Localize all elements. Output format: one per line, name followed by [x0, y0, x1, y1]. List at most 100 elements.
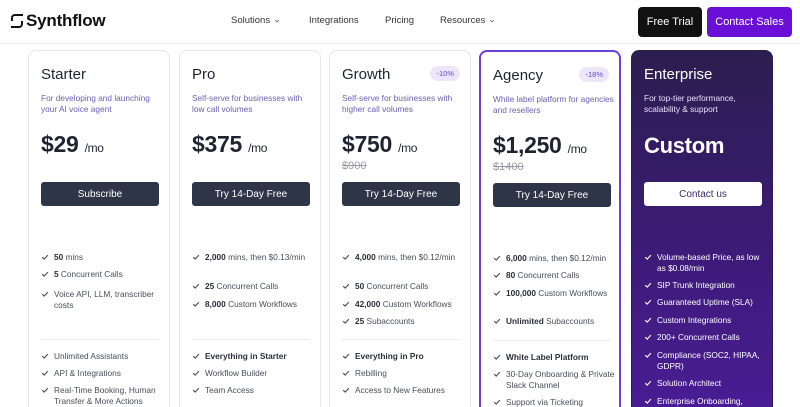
feature-item: Volume-based Price, as low as $0.08/min [644, 252, 768, 273]
extra-feature-text: API & Integrations [54, 368, 121, 378]
nav-resources-label: Resources [440, 15, 486, 26]
plan-description: For developing and launching your AI voi… [41, 93, 150, 114]
plan-cta-button[interactable]: Try 14-Day Free [493, 183, 611, 207]
feature-item: 25 Concurrent Calls [192, 281, 316, 292]
plan-cta-button[interactable]: Try 14-Day Free [342, 182, 460, 206]
check-icon [41, 291, 49, 297]
check-icon [644, 317, 652, 323]
extra-feature-item: API & Integrations [41, 368, 165, 379]
feature-item: Solution Architect [644, 378, 768, 389]
price-period: /mo [567, 142, 587, 156]
feature-text: 80 Concurrent Calls [506, 270, 580, 280]
check-icon [342, 283, 350, 289]
feature-item: 50 Concurrent Calls [342, 281, 466, 292]
chevron-down-icon [490, 19, 495, 22]
check-icon [644, 380, 652, 386]
check-icon [493, 290, 501, 296]
extra-feature-text: Everything in Starter [205, 351, 287, 361]
plan-card-pro: Pro Self-serve for businesses with low ca… [179, 50, 321, 407]
plan-price: Custom [644, 133, 724, 159]
brand-name: Synthflow [26, 11, 106, 30]
check-icon [41, 353, 49, 359]
nav-integrations-label: Integrations [309, 15, 359, 26]
feature-item: 50 mins [41, 252, 165, 263]
feature-text: 50 mins [54, 252, 84, 262]
feature-item: Voice API, LLM, transcriber costs [41, 289, 165, 310]
extra-feature-text: Everything in Pro [355, 351, 424, 361]
check-icon [41, 254, 49, 260]
divider [342, 339, 460, 340]
feature-text: 8,000 Custom Workflows [205, 299, 298, 309]
check-icon [192, 283, 200, 289]
check-icon [342, 387, 350, 393]
feature-text: 4,000 mins, then $0.12/min [355, 252, 456, 262]
extra-feature-text: Unlimited Assistants [54, 351, 129, 361]
feature-item: 8,000 Custom Workflows [192, 299, 316, 310]
feature-item: 80 Concurrent Calls [493, 270, 617, 281]
plan-cta-button[interactable]: Subscribe [41, 182, 159, 206]
check-icon [644, 254, 652, 260]
price-amount: Custom [644, 133, 725, 158]
nav-integrations[interactable]: Integrations [309, 15, 359, 26]
check-icon [493, 399, 501, 405]
plan-cta-button[interactable]: Contact us [644, 182, 762, 206]
feature-text: 50 Concurrent Calls [355, 281, 429, 291]
extra-feature-text: Team Access [205, 385, 254, 395]
feature-item: 100,000 Custom Workflows [493, 288, 617, 299]
check-icon [342, 301, 350, 307]
nav-pricing[interactable]: Pricing [385, 15, 414, 26]
feature-item: Enterprise Onboarding, [644, 396, 768, 407]
extra-feature-item: Everything in Pro [342, 351, 466, 362]
feature-text: Guaranteed Uptime (SLA) [657, 297, 753, 307]
plan-name: Growth [342, 66, 391, 83]
extra-feature-item: Workflow Builder [192, 368, 316, 379]
extra-feature-item: Support via Ticketing [493, 397, 617, 407]
check-icon [342, 370, 350, 376]
plan-name: Starter [41, 66, 87, 83]
feature-text: 5 Concurrent Calls [54, 269, 123, 279]
brand-logo[interactable]: Synthflow [10, 11, 106, 31]
extra-feature-text: 30-Day Onboarding & Private Slack Channe… [506, 369, 615, 390]
feature-text: SIP Trunk Integration [657, 280, 735, 290]
check-icon [41, 387, 49, 393]
nav-solutions[interactable]: Solutions [231, 15, 280, 26]
top-navbar: Synthflow Solutions Integrations Pricing… [0, 0, 800, 44]
feature-text: Custom Integrations [657, 315, 732, 325]
check-icon [644, 299, 652, 305]
check-icon [644, 352, 652, 358]
feature-text: Voice API, LLM, transcriber costs [54, 289, 155, 310]
check-icon [644, 282, 652, 288]
extra-feature-item: Access to New Features [342, 385, 466, 396]
extra-feature-text: Workflow Builder [205, 368, 268, 378]
check-icon [493, 354, 501, 360]
extra-feature-item: Rebilling [342, 368, 466, 379]
extra-feature-item: White Label Platform [493, 352, 617, 363]
extra-feature-item: Unlimited Assistants [41, 351, 165, 362]
plan-price: $750 /mo [342, 131, 417, 158]
nav-resources[interactable]: Resources [440, 15, 495, 26]
feature-item: 42,000 Custom Workflows [342, 299, 466, 310]
contact-sales-button[interactable]: Contact Sales [707, 7, 792, 37]
plan-card-growth: Growth -10% Self-serve for businesses with… [329, 50, 471, 407]
free-trial-button[interactable]: Free Trial [638, 7, 702, 37]
feature-text: 6,000 mins, then $0.12/min [506, 253, 607, 263]
price-amount: $1,250 [493, 132, 562, 158]
check-icon [342, 353, 350, 359]
synthflow-logo-icon [10, 14, 23, 28]
check-icon [192, 254, 200, 260]
plan-name: Pro [192, 66, 216, 83]
feature-item: Unlimited Subaccounts [493, 316, 617, 327]
feature-item: Compliance (SOC2, HIPAA, GDPR) [644, 350, 768, 371]
check-icon [493, 318, 501, 324]
feature-item: 2,000 mins, then $0.13/min [192, 252, 316, 263]
plan-cta-button[interactable]: Try 14-Day Free [192, 182, 310, 206]
check-icon [342, 318, 350, 324]
discount-badge: -18% [579, 67, 609, 82]
extra-feature-item: Real-Time Booking, Human Transfer & More… [41, 385, 165, 406]
plan-description: Self-serve for businesses with higher ca… [342, 93, 453, 114]
divider [192, 339, 310, 340]
plan-price: $1,250 /mo [493, 132, 587, 159]
original-price: $1400 [493, 161, 524, 173]
extra-feature-text: Support via Ticketing [506, 397, 584, 407]
plan-name: Enterprise [644, 66, 713, 83]
